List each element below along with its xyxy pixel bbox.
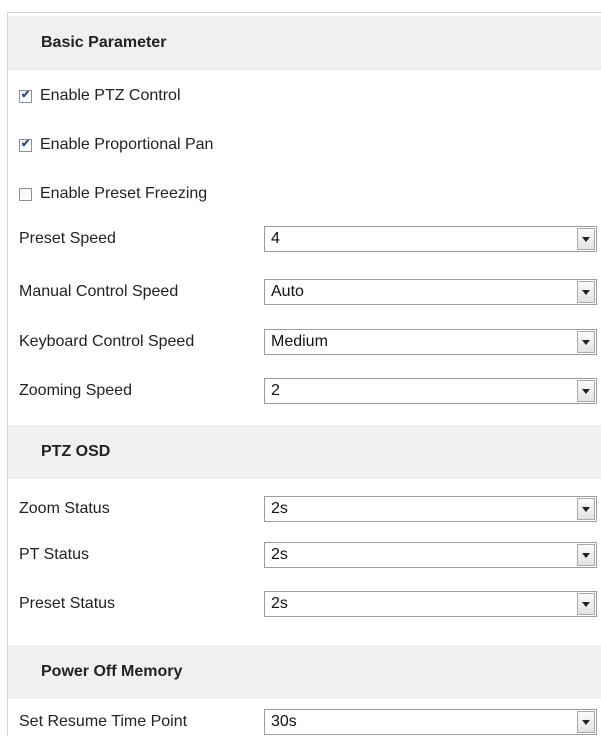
enable-ptz-control-checkbox[interactable]: ✔ Enable PTZ Control [19,84,181,108]
checkmark-icon: ✔ [21,88,31,101]
select-value: 2s [271,595,288,612]
manual-control-speed-label: Manual Control Speed [19,283,179,300]
checkbox-label[interactable]: Enable PTZ Control [40,87,181,105]
keyboard-control-speed-label: Keyboard Control Speed [19,333,195,350]
chevron-down-icon[interactable] [577,380,595,402]
chevron-down-icon[interactable] [577,711,595,733]
select-value: 2s [271,546,288,563]
checkbox-box[interactable]: ✔ [19,88,32,103]
chevron-down-icon[interactable] [577,593,595,615]
checkbox-box[interactable] [19,187,32,201]
zooming-speed-label: Zooming Speed [19,382,132,399]
chevron-down-icon[interactable] [577,228,595,250]
zoom-status-select[interactable]: 2s [264,496,597,522]
pt-status-label: PT Status [19,546,89,563]
enable-proportional-pan-checkbox[interactable]: ✔ Enable Proportional Pan [19,133,213,157]
pt-status-select[interactable]: 2s [264,542,597,568]
section-title: PTZ OSD [41,443,111,460]
enable-preset-freezing-checkbox[interactable]: Enable Preset Freezing [19,182,207,206]
settings-panel [7,12,601,736]
zooming-speed-select[interactable]: 2 [264,378,597,404]
preset-speed-select[interactable]: 4 [264,226,597,252]
section-header-basic-parameter: Basic Parameter [8,16,601,70]
preset-speed-label: Preset Speed [19,230,116,247]
chevron-down-icon[interactable] [577,281,595,303]
select-value: 2 [271,382,280,399]
section-header-power-off-memory: Power Off Memory [8,645,601,699]
preset-status-select[interactable]: 2s [264,591,597,617]
select-value: 4 [271,230,280,247]
section-title: Basic Parameter [41,34,167,51]
chevron-down-icon[interactable] [577,544,595,566]
chevron-down-icon[interactable] [577,498,595,520]
section-title: Power Off Memory [41,663,183,680]
checkbox-label[interactable]: Enable Proportional Pan [40,136,213,154]
chevron-down-icon[interactable] [577,331,595,353]
checkbox-label[interactable]: Enable Preset Freezing [40,185,207,203]
section-header-ptz-osd: PTZ OSD [8,425,601,479]
select-value: Auto [271,283,304,300]
checkmark-icon: ✔ [21,137,31,150]
select-value: Medium [271,333,328,350]
checkbox-box[interactable]: ✔ [19,137,32,152]
manual-control-speed-select[interactable]: Auto [264,279,597,305]
zoom-status-label: Zoom Status [19,500,110,517]
set-resume-time-point-select[interactable]: 30s [264,709,597,735]
preset-status-label: Preset Status [19,595,116,612]
keyboard-control-speed-select[interactable]: Medium [264,329,597,355]
select-value: 30s [271,713,297,730]
select-value: 2s [271,500,288,517]
set-resume-time-point-label: Set Resume Time Point [19,713,188,730]
